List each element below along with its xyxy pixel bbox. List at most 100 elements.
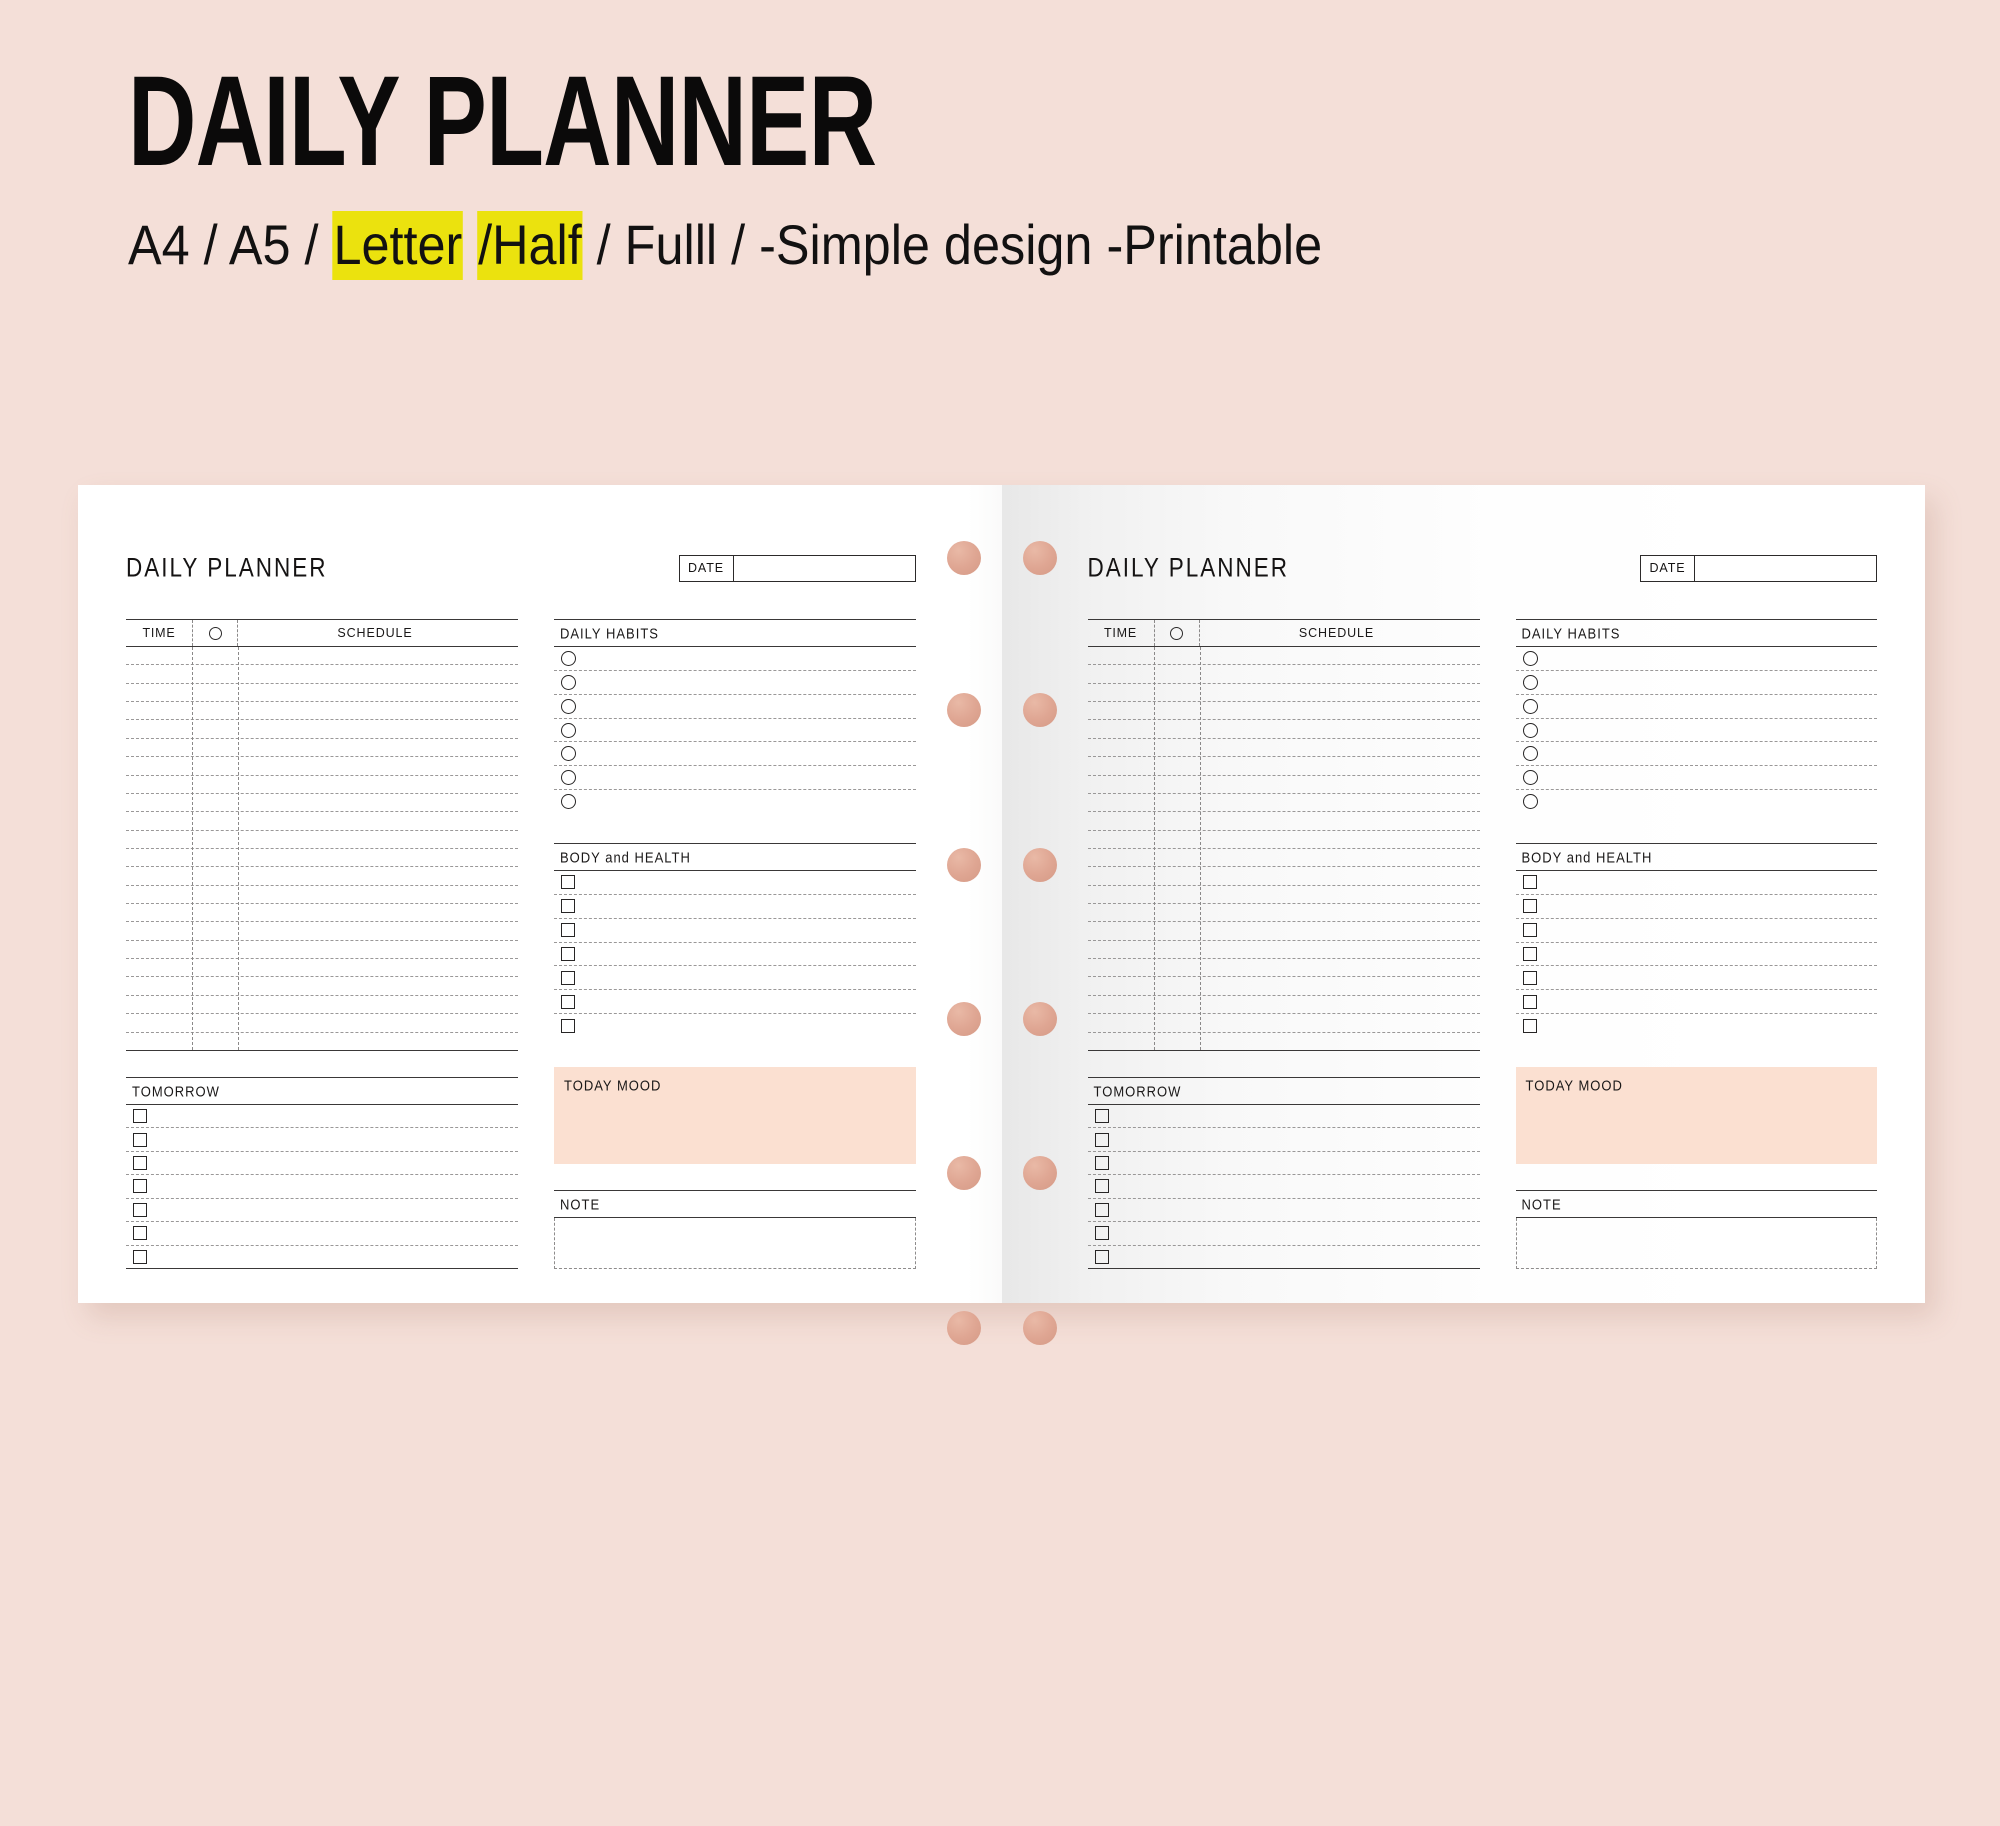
table-row[interactable] bbox=[126, 684, 518, 703]
radio-icon[interactable] bbox=[1522, 722, 1538, 738]
checkbox-icon[interactable] bbox=[1522, 947, 1537, 961]
checkbox-icon[interactable] bbox=[561, 970, 575, 985]
list-item[interactable] bbox=[554, 671, 916, 695]
list-item[interactable] bbox=[1515, 990, 1877, 1015]
table-row[interactable] bbox=[1087, 757, 1480, 776]
table-row[interactable] bbox=[126, 886, 518, 905]
list-item[interactable] bbox=[554, 719, 916, 743]
radio-icon[interactable] bbox=[1522, 650, 1538, 666]
checkbox-icon[interactable] bbox=[1094, 1179, 1109, 1194]
list-item[interactable] bbox=[554, 766, 916, 791]
list-item[interactable] bbox=[554, 943, 916, 967]
radio-icon[interactable] bbox=[561, 722, 576, 738]
date-input[interactable] bbox=[734, 556, 915, 581]
radio-icon[interactable] bbox=[1522, 770, 1538, 786]
list-item[interactable] bbox=[554, 695, 916, 719]
table-row[interactable] bbox=[126, 996, 518, 1015]
list-item[interactable] bbox=[1515, 943, 1877, 967]
list-item[interactable] bbox=[1516, 790, 1878, 813]
table-row[interactable] bbox=[1087, 720, 1480, 739]
table-row[interactable] bbox=[126, 849, 518, 868]
radio-icon[interactable] bbox=[561, 698, 576, 714]
table-row[interactable] bbox=[1087, 941, 1480, 960]
table-row[interactable] bbox=[126, 941, 518, 960]
today-mood-panel[interactable]: TODAY MOOD bbox=[1515, 1067, 1877, 1164]
list-item[interactable] bbox=[1515, 966, 1877, 991]
list-item[interactable] bbox=[554, 647, 916, 671]
checkbox-icon[interactable] bbox=[133, 1202, 147, 1217]
table-row[interactable] bbox=[1087, 867, 1480, 886]
table-row[interactable] bbox=[126, 812, 518, 831]
table-row[interactable] bbox=[1087, 849, 1480, 868]
table-row[interactable] bbox=[126, 1033, 518, 1050]
list-item[interactable] bbox=[1516, 1014, 1878, 1037]
table-row[interactable] bbox=[126, 922, 518, 941]
list-item[interactable] bbox=[554, 990, 916, 1015]
table-row[interactable] bbox=[1087, 1014, 1480, 1033]
radio-icon[interactable] bbox=[1522, 746, 1538, 762]
table-row[interactable] bbox=[126, 665, 518, 684]
checkbox-icon[interactable] bbox=[1522, 899, 1537, 914]
list-item[interactable] bbox=[1515, 742, 1877, 767]
list-item[interactable] bbox=[1515, 871, 1877, 895]
checkbox-icon[interactable] bbox=[1522, 1018, 1537, 1033]
table-row[interactable] bbox=[1087, 996, 1480, 1015]
table-row[interactable] bbox=[126, 904, 518, 923]
table-row[interactable] bbox=[126, 757, 518, 776]
list-item[interactable] bbox=[126, 1152, 518, 1176]
radio-icon[interactable] bbox=[561, 674, 576, 690]
list-item[interactable] bbox=[1515, 647, 1877, 671]
checkbox-icon[interactable] bbox=[561, 1018, 575, 1033]
checkbox-icon[interactable] bbox=[1094, 1202, 1109, 1217]
list-item[interactable] bbox=[1515, 919, 1877, 943]
list-item[interactable] bbox=[1087, 1152, 1480, 1176]
checkbox-icon[interactable] bbox=[1094, 1109, 1109, 1124]
table-row[interactable] bbox=[1087, 684, 1480, 703]
checkbox-icon[interactable] bbox=[1522, 970, 1537, 985]
list-item[interactable] bbox=[1515, 766, 1877, 791]
table-row[interactable] bbox=[126, 867, 518, 886]
list-item[interactable] bbox=[1088, 1246, 1480, 1268]
table-row[interactable] bbox=[1087, 904, 1480, 923]
date-input[interactable] bbox=[1695, 556, 1876, 581]
checkbox-icon[interactable] bbox=[133, 1226, 147, 1241]
list-item[interactable] bbox=[554, 966, 916, 991]
list-item[interactable] bbox=[554, 895, 916, 919]
date-field[interactable]: DATE bbox=[678, 554, 916, 582]
checkbox-icon[interactable] bbox=[133, 1179, 147, 1194]
table-row[interactable] bbox=[126, 739, 518, 758]
list-item[interactable] bbox=[1087, 1199, 1480, 1223]
radio-icon[interactable] bbox=[1522, 698, 1538, 714]
list-item[interactable] bbox=[1087, 1128, 1480, 1152]
table-row[interactable] bbox=[1087, 665, 1480, 684]
table-row[interactable] bbox=[1087, 922, 1480, 941]
note-input[interactable] bbox=[1515, 1218, 1877, 1269]
schedule-table-body[interactable] bbox=[126, 647, 518, 1051]
radio-icon[interactable] bbox=[561, 794, 576, 810]
checkbox-icon[interactable] bbox=[1522, 875, 1537, 890]
list-item[interactable] bbox=[126, 1175, 518, 1199]
radio-icon[interactable] bbox=[561, 746, 576, 762]
list-item[interactable] bbox=[126, 1199, 518, 1223]
list-item[interactable] bbox=[554, 919, 916, 943]
note-input[interactable] bbox=[554, 1218, 916, 1269]
list-item[interactable] bbox=[1515, 719, 1877, 743]
radio-icon[interactable] bbox=[1522, 674, 1538, 690]
table-row[interactable] bbox=[126, 959, 518, 978]
date-field[interactable]: DATE bbox=[1640, 554, 1877, 582]
table-row[interactable] bbox=[1087, 739, 1480, 758]
table-row[interactable] bbox=[1087, 959, 1480, 978]
table-row[interactable] bbox=[126, 831, 518, 849]
checkbox-icon[interactable] bbox=[561, 947, 575, 961]
table-row[interactable] bbox=[1087, 647, 1480, 666]
list-item[interactable] bbox=[554, 1014, 916, 1037]
checkbox-icon[interactable] bbox=[1094, 1226, 1109, 1241]
checkbox-icon[interactable] bbox=[561, 994, 575, 1009]
list-item[interactable] bbox=[1087, 1175, 1480, 1199]
radio-icon[interactable] bbox=[1522, 794, 1538, 810]
list-item[interactable] bbox=[554, 742, 916, 767]
list-item[interactable] bbox=[126, 1128, 518, 1152]
checkbox-icon[interactable] bbox=[1094, 1249, 1109, 1264]
list-item[interactable] bbox=[1087, 1222, 1480, 1246]
table-row[interactable] bbox=[1088, 1033, 1480, 1050]
